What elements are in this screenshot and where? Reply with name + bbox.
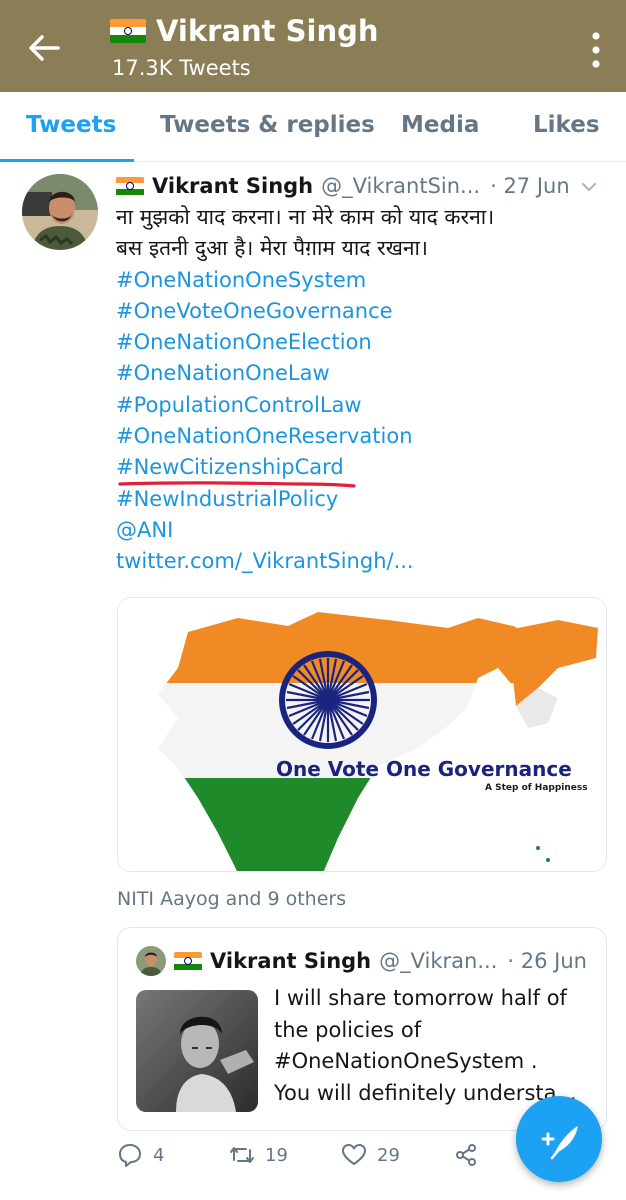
media-headline: One Vote One Governance [276, 757, 572, 781]
reply-button[interactable]: 4 [117, 1142, 164, 1168]
quoted-text-line: #OneNationOneSystem . [274, 1049, 538, 1073]
tweet-author-handle[interactable]: @_VikrantSin... [321, 174, 480, 198]
tweet-media-image[interactable]: One Vote One Governance A Step of Happin… [117, 597, 607, 872]
like-button[interactable]: 29 [341, 1142, 400, 1168]
header-title: Vikrant Singh [110, 14, 379, 48]
compose-tweet-button[interactable] [516, 1096, 602, 1182]
share-button[interactable] [453, 1142, 479, 1168]
avatar[interactable] [22, 174, 98, 250]
india-flag-icon [174, 951, 202, 971]
hashtag-link[interactable]: #OneNationOneElection [116, 327, 606, 358]
share-icon [456, 1144, 476, 1166]
retweet-count: 19 [265, 1144, 288, 1166]
mention-link[interactable]: @ANI [116, 515, 606, 546]
quoted-author-handle: @_Vikran... [379, 949, 498, 973]
tweet-count: 17.3K Tweets [112, 56, 251, 80]
quoted-author-name: Vikrant Singh [210, 949, 372, 973]
red-underline-annotation [118, 481, 356, 488]
liked-by-text[interactable]: NITI Aayog and 9 others [117, 888, 346, 910]
quoted-tweet-header: Vikrant Singh @_Vikran... · 26 Jun [136, 946, 596, 976]
india-flag-icon [116, 176, 144, 196]
tweet-header: Vikrant Singh @_VikrantSin... · 27 Jun [116, 174, 606, 198]
india-flag-icon [110, 19, 146, 43]
heart-icon [342, 1144, 366, 1165]
avatar [136, 946, 166, 976]
tweet-text-line: बस इतनी दुआ है। मेरा पैग़ाम याद रखना। [116, 236, 428, 261]
profile-header: Vikrant Singh 17.3K Tweets [0, 0, 626, 92]
profile-name: Vikrant Singh [156, 14, 379, 48]
back-arrow-icon[interactable] [24, 28, 64, 68]
tweet-actions: 4 19 29 [117, 1142, 497, 1174]
retweet-icon [230, 1147, 254, 1163]
hashtag-link[interactable]: #OneNationOneLaw [116, 358, 606, 389]
quoted-tweet-text: I will share tomorrow half of the polici… [274, 983, 594, 1109]
quoted-text-line: I will share tomorrow half of [274, 986, 567, 1010]
quoted-tweet-image [136, 990, 258, 1112]
tab-tweets[interactable]: Tweets [26, 112, 116, 138]
media-tagline: A Step of Happiness [485, 783, 588, 793]
like-count: 29 [377, 1144, 400, 1166]
profile-tabs: Tweets Tweets & replies Media Likes [0, 92, 626, 162]
tweet-text-line: ना मुझको याद करना। ना मेरे काम को याद कर… [116, 205, 495, 229]
tab-media[interactable]: Media [401, 112, 479, 138]
more-options-icon[interactable] [588, 30, 604, 70]
reply-icon [119, 1144, 141, 1167]
tweet-author-name[interactable]: Vikrant Singh [152, 174, 313, 198]
reply-count: 4 [153, 1144, 165, 1166]
hashtag-link[interactable]: #OneVoteOneGovernance [116, 296, 606, 327]
hashtag-link[interactable]: #OneNationOneReservation [116, 421, 606, 452]
active-tab-indicator [0, 159, 134, 162]
chevron-down-icon[interactable] [580, 178, 598, 196]
tweet-date: · 27 Jun [490, 174, 570, 198]
url-link[interactable]: twitter.com/_VikrantSingh/... [116, 546, 606, 577]
retweet-button[interactable]: 19 [229, 1142, 288, 1168]
hashtag-link[interactable]: #OneNationOneSystem [116, 265, 606, 296]
quoted-tweet-date: · 26 Jun [507, 949, 587, 973]
tab-tweets-replies[interactable]: Tweets & replies [160, 112, 375, 138]
tweet-text: ना मुझको याद करना। ना मेरे काम को याद कर… [116, 202, 606, 578]
compose-feather-icon [541, 1126, 578, 1160]
tab-likes[interactable]: Likes [533, 112, 600, 138]
quoted-text-line: the policies of [274, 1017, 422, 1042]
hashtag-link[interactable]: #PopulationControlLaw [116, 390, 606, 421]
